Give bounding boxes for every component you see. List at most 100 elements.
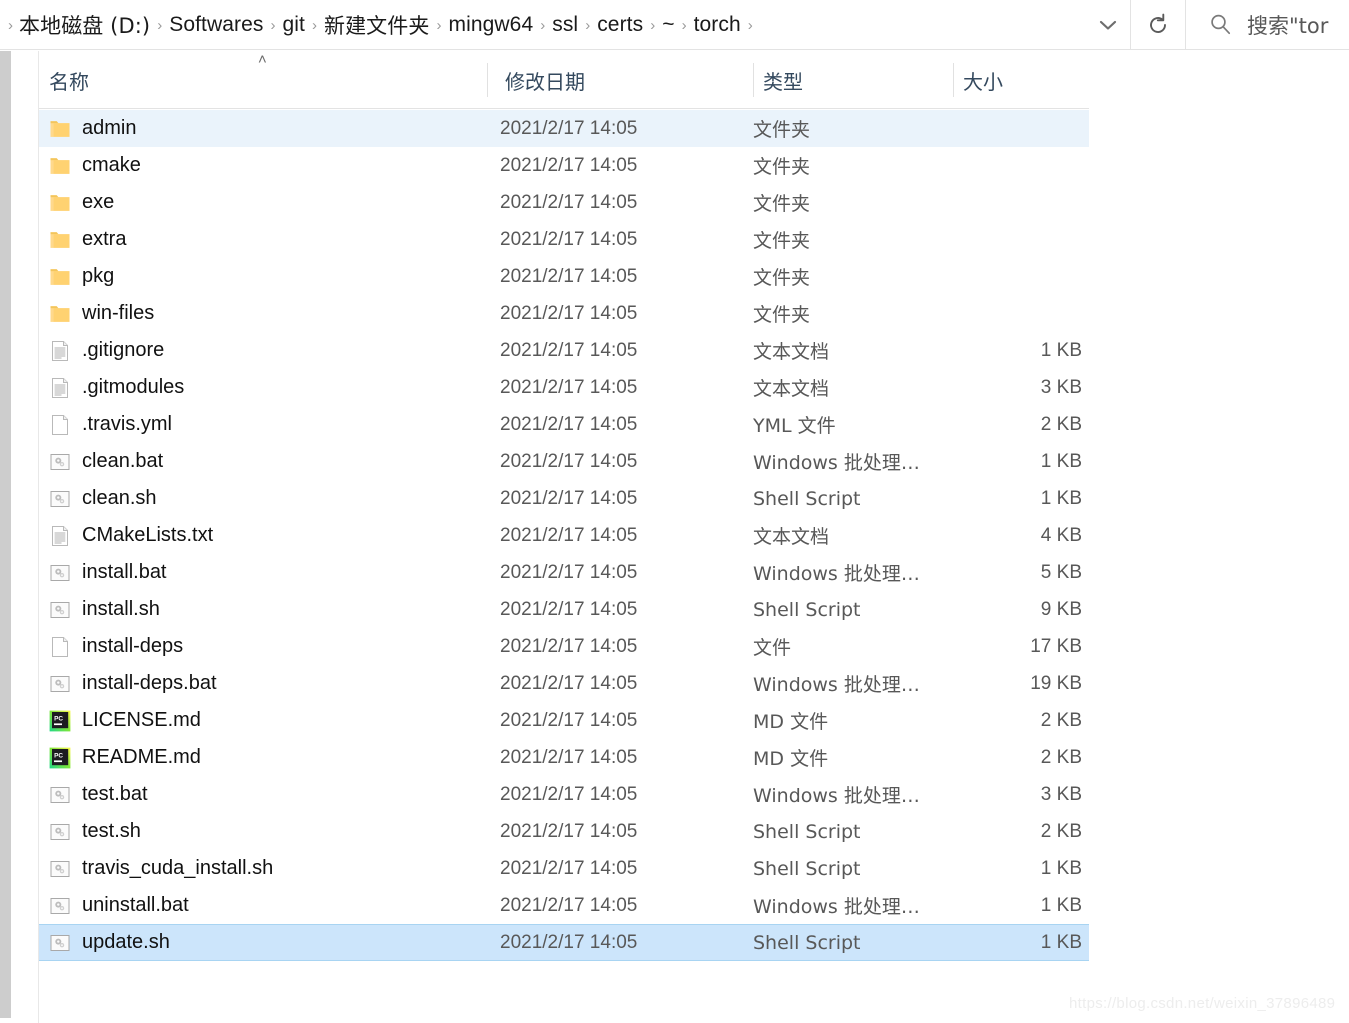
column-divider-2[interactable]	[953, 63, 954, 97]
file-name-label: .gitmodules	[82, 376, 185, 398]
file-name-cell[interactable]: .gitmodules	[39, 369, 487, 406]
script-file-icon	[49, 932, 71, 954]
breadcrumb-separator-icon[interactable]: ›	[429, 18, 448, 33]
file-row[interactable]: .gitmodules 2021/2/17 14:05 文本文档 3 KB	[39, 369, 1089, 406]
file-name-cell[interactable]: win-files	[39, 295, 487, 332]
search-box[interactable]: 搜索"tor	[1186, 0, 1349, 49]
file-row[interactable]: pkg 2021/2/17 14:05 文件夹	[39, 258, 1089, 295]
file-row[interactable]: win-files 2021/2/17 14:05 文件夹	[39, 295, 1089, 332]
script-file-icon	[49, 858, 71, 880]
file-row[interactable]: cmake 2021/2/17 14:05 文件夹	[39, 147, 1089, 184]
breadcrumb-item-3[interactable]: 新建文件夹	[324, 10, 430, 40]
breadcrumb-separator-icon[interactable]: ›	[741, 18, 760, 33]
chevron-down-icon	[1099, 20, 1117, 30]
column-header-size[interactable]: 大小	[954, 51, 1003, 109]
breadcrumb-item-2[interactable]: git	[283, 13, 305, 37]
file-name-cell[interactable]: install.sh	[39, 591, 487, 628]
breadcrumb-leading-chevron-icon[interactable]: ›	[2, 18, 19, 33]
file-row[interactable]: test.sh 2021/2/17 14:05 Shell Script 2 KB	[39, 813, 1089, 850]
breadcrumb-item-8[interactable]: torch	[694, 13, 741, 37]
file-name-cell[interactable]: PC LICENSE.md	[39, 702, 487, 739]
script-file-icon	[49, 821, 71, 843]
file-size	[932, 110, 1082, 147]
folder-icon	[49, 155, 71, 177]
column-divider-0[interactable]	[487, 63, 488, 97]
file-name-cell[interactable]: PC README.md	[39, 739, 487, 776]
breadcrumb-item-5[interactable]: ssl	[552, 13, 578, 37]
file-name-cell[interactable]: admin	[39, 110, 487, 147]
file-row[interactable]: install-deps.bat 2021/2/17 14:05 Windows 批…	[39, 665, 1089, 702]
file-name-cell[interactable]: install.bat	[39, 554, 487, 591]
file-name-cell[interactable]: exe	[39, 184, 487, 221]
breadcrumb-separator-icon[interactable]: ›	[675, 18, 694, 33]
file-name-cell[interactable]: uninstall.bat	[39, 887, 487, 924]
file-date-modified: 2021/2/17 14:05	[500, 524, 638, 546]
file-row[interactable]: install-deps 2021/2/17 14:05 文件 17 KB	[39, 628, 1089, 665]
address-history-dropdown-button[interactable]	[1086, 18, 1130, 32]
file-row[interactable]: .travis.yml 2021/2/17 14:05 YML 文件 2 KB	[39, 406, 1089, 443]
file-name-label: clean.sh	[82, 487, 157, 509]
file-name-cell[interactable]: clean.bat	[39, 443, 487, 480]
file-date-modified: 2021/2/17 14:05	[500, 487, 638, 509]
file-name-cell[interactable]: test.sh	[39, 813, 487, 850]
file-row[interactable]: update.sh 2021/2/17 14:05 Shell Script 1 KB	[39, 924, 1089, 961]
breadcrumb-separator-icon[interactable]: ›	[150, 18, 169, 33]
breadcrumb-separator-icon[interactable]: ›	[533, 18, 552, 33]
column-header-type[interactable]: 类型	[754, 51, 803, 109]
file-row[interactable]: PC LICENSE.md 2021/2/17 14:05 MD 文件 2 KB	[39, 702, 1089, 739]
breadcrumb-item-4[interactable]: mingw64	[448, 13, 533, 37]
file-name-cell[interactable]: CMakeLists.txt	[39, 517, 487, 554]
file-row[interactable]: travis_cuda_install.sh 2021/2/17 14:05 She…	[39, 850, 1089, 887]
navigation-pane-strip[interactable]	[0, 51, 11, 1018]
file-row[interactable]: clean.sh 2021/2/17 14:05 Shell Script 1 KB	[39, 480, 1089, 517]
file-name-cell[interactable]: install-deps.bat	[39, 665, 487, 702]
file-row[interactable]: CMakeLists.txt 2021/2/17 14:05 文本文档 4 KB	[39, 517, 1089, 554]
file-name-cell[interactable]: extra	[39, 221, 487, 258]
file-date-modified: 2021/2/17 14:05	[500, 265, 638, 287]
column-header-name[interactable]: 名称	[40, 51, 89, 109]
search-input-placeholder[interactable]: 搜索"tor	[1247, 10, 1328, 40]
breadcrumb-separator-icon[interactable]: ›	[578, 18, 597, 33]
file-name-label: test.sh	[82, 820, 141, 842]
file-type: Shell Script	[753, 820, 861, 843]
file-name-label: CMakeLists.txt	[82, 524, 214, 546]
file-name-cell[interactable]: update.sh	[39, 925, 487, 960]
file-row[interactable]: clean.bat 2021/2/17 14:05 Windows 批处理… 1 KB	[39, 443, 1089, 480]
file-row[interactable]: uninstall.bat 2021/2/17 14:05 Windows 批处理……	[39, 887, 1089, 924]
file-type: Windows 批处理…	[753, 674, 920, 696]
file-list[interactable]: admin 2021/2/17 14:05 文件夹 cmake 2021/2/17 14…	[39, 110, 1089, 990]
file-name-cell[interactable]: .travis.yml	[39, 406, 487, 443]
file-name-cell[interactable]: install-deps	[39, 628, 487, 665]
file-row[interactable]: PC README.md 2021/2/17 14:05 MD 文件 2 KB	[39, 739, 1089, 776]
file-row[interactable]: admin 2021/2/17 14:05 文件夹	[39, 110, 1089, 147]
breadcrumb: 本地磁盘 (D:) › Softwares › git › 新建文件夹 › mingw64 › ss…	[19, 10, 1086, 40]
file-date-modified: 2021/2/17 14:05	[500, 228, 638, 250]
file-size: 1 KB	[1040, 857, 1082, 879]
file-name-cell[interactable]: travis_cuda_install.sh	[39, 850, 487, 887]
column-header-row: 名称 修改日期 类型 大小	[39, 51, 1089, 109]
breadcrumb-separator-icon[interactable]: ›	[643, 18, 662, 33]
breadcrumb-separator-icon[interactable]: ›	[264, 18, 283, 33]
file-row[interactable]: extra 2021/2/17 14:05 文件夹	[39, 221, 1089, 258]
file-row[interactable]: exe 2021/2/17 14:05 文件夹	[39, 184, 1089, 221]
breadcrumb-item-1[interactable]: Softwares	[169, 13, 263, 37]
breadcrumb-item-6[interactable]: certs	[597, 13, 643, 37]
breadcrumb-bar[interactable]: › 本地磁盘 (D:) › Softwares › git › 新建文件夹 › mingw64 ›…	[0, 0, 1131, 50]
file-row[interactable]: .gitignore 2021/2/17 14:05 文本文档 1 KB	[39, 332, 1089, 369]
file-name-cell[interactable]: cmake	[39, 147, 487, 184]
breadcrumb-item-0[interactable]: 本地磁盘 (D:)	[19, 10, 150, 40]
refresh-icon	[1150, 13, 1166, 33]
column-header-date-modified[interactable]: 修改日期	[496, 51, 585, 109]
file-name-cell[interactable]: clean.sh	[39, 480, 487, 517]
script-file-icon	[49, 673, 71, 695]
file-name-cell[interactable]: pkg	[39, 258, 487, 295]
file-name-cell[interactable]: .gitignore	[39, 332, 487, 369]
file-row[interactable]: test.bat 2021/2/17 14:05 Windows 批处理… 3 KB	[39, 776, 1089, 813]
breadcrumb-item-7[interactable]: ~	[662, 13, 674, 37]
file-name-cell[interactable]: test.bat	[39, 776, 487, 813]
breadcrumb-separator-icon[interactable]: ›	[305, 18, 324, 33]
file-row[interactable]: install.sh 2021/2/17 14:05 Shell Script 9 K…	[39, 591, 1089, 628]
column-divider-1[interactable]	[753, 63, 754, 97]
file-row[interactable]: install.bat 2021/2/17 14:05 Windows 批处理… 5 …	[39, 554, 1089, 591]
refresh-button[interactable]	[1131, 0, 1186, 49]
